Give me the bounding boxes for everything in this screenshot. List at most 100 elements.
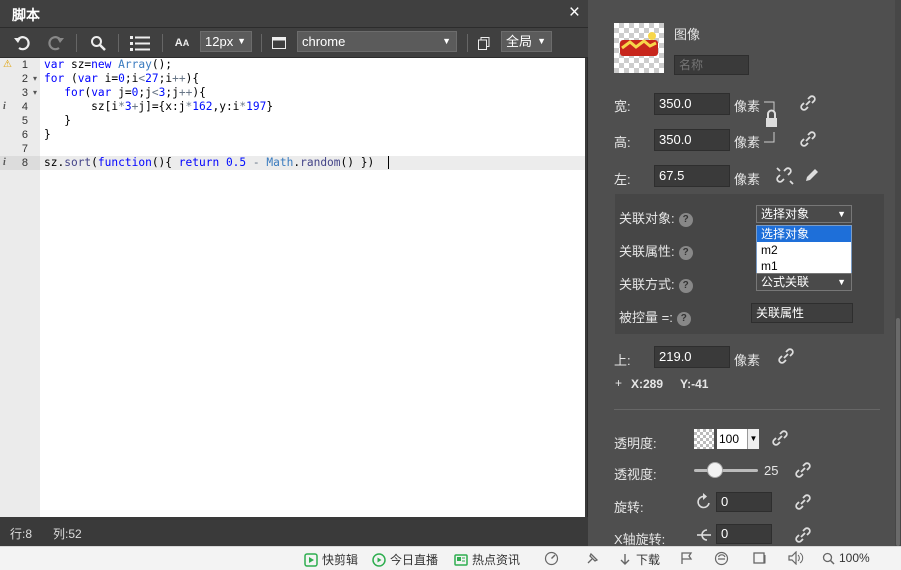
browser-e-icon[interactable] — [714, 551, 729, 566]
help-icon[interactable]: ? — [678, 278, 693, 293]
dropdown-option[interactable]: m2 — [757, 242, 851, 258]
chevron-down-icon[interactable]: ▼ — [747, 429, 759, 449]
help-icon[interactable]: ? — [678, 245, 693, 260]
redo-icon[interactable] — [44, 28, 68, 58]
kuaijianji-button[interactable]: 快剪辑 — [304, 551, 358, 568]
help-icon[interactable]: ? — [678, 212, 693, 227]
live-button[interactable]: 今日直播 — [372, 551, 438, 568]
link-mode-label: 关联方式:? — [619, 274, 693, 293]
editor-status-bar: 行:8 列:52 — [0, 517, 588, 546]
perspective-slider-track[interactable] — [694, 469, 758, 472]
left-input[interactable]: 67.5 — [654, 165, 730, 187]
link-icon[interactable] — [800, 95, 816, 111]
news-button[interactable]: 热点资讯 — [454, 551, 520, 568]
rotate-icon — [697, 493, 710, 509]
fold-icon[interactable]: ▾ — [33, 72, 37, 86]
link-target-label: 关联对象:? — [619, 208, 693, 227]
fold-icon[interactable]: ▾ — [33, 86, 37, 100]
link-icon[interactable] — [795, 494, 811, 510]
help-icon[interactable]: ? — [676, 311, 691, 326]
zoom-control[interactable]: 100% — [822, 551, 870, 565]
chevron-down-icon: ▼ — [237, 36, 246, 46]
left-unit: 像素 — [734, 172, 761, 187]
zoom-icon — [822, 552, 835, 565]
scope-select[interactable]: 全局 ▼ — [501, 31, 552, 52]
name-input[interactable] — [674, 55, 749, 75]
pencil-icon[interactable] — [804, 167, 820, 183]
play-circle-icon — [372, 552, 386, 567]
code-line: sz[i*3+j]={x:j*162,y:i*197} — [44, 100, 274, 113]
code-line: } — [44, 128, 51, 141]
code-editor[interactable]: var sz=new Array(); for (var i=0;i<27;i+… — [40, 58, 585, 517]
undo-icon[interactable] — [10, 28, 34, 58]
unlink-icon[interactable] — [776, 167, 794, 185]
top-unit: 像素 — [734, 353, 761, 368]
height-label: 高: — [614, 135, 631, 150]
top-label: 上: — [614, 353, 631, 368]
font-size-select[interactable]: 12px ▼ — [200, 31, 252, 52]
xrotate-input[interactable]: 0 — [716, 524, 772, 544]
rotate-input[interactable]: 0 — [716, 492, 772, 512]
opacity-input[interactable]: 100 — [717, 429, 747, 449]
copy-icon[interactable] — [474, 28, 494, 58]
link-icon[interactable] — [800, 131, 816, 147]
width-input[interactable]: 350.0 — [654, 93, 730, 115]
x-rotate-icon — [697, 529, 711, 541]
chevron-down-icon: ▼ — [537, 36, 546, 46]
col-indicator: 列:52 — [53, 527, 82, 541]
window-icon[interactable] — [268, 28, 290, 58]
window-restore-icon[interactable] — [752, 551, 766, 565]
pin-icon[interactable] — [585, 551, 600, 566]
flag-icon[interactable] — [680, 551, 694, 565]
link-prop-label: 关联属性:? — [619, 241, 693, 260]
browser-select[interactable]: chrome ▼ — [297, 31, 457, 52]
height-unit: 像素 — [734, 135, 761, 150]
download-button[interactable]: 下载 — [618, 551, 660, 568]
top-input[interactable]: 219.0 — [654, 346, 730, 368]
crosshair-icon: + — [615, 376, 623, 390]
link-icon[interactable] — [778, 348, 794, 364]
link-icon[interactable] — [795, 462, 811, 478]
script-title-bar[interactable]: 脚本 × — [0, 0, 588, 28]
link-mode-select[interactable]: 公式关联 ▼ — [756, 273, 852, 291]
line-number: i8 — [3, 157, 28, 169]
height-input[interactable]: 350.0 — [654, 129, 730, 151]
width-label: 宽: — [614, 99, 631, 114]
browser-status-bar: 快剪辑 今日直播 热点资讯 下载 100% — [0, 546, 901, 570]
line-number: 6 — [21, 129, 28, 141]
link-icon[interactable] — [795, 527, 811, 543]
line-gutter: ⚠ 1 2 ▾ 3 ▾ i 4 5 6 7 i 8 — [0, 58, 40, 517]
close-icon[interactable]: × — [569, 3, 580, 23]
controlled-label: 被控量 =:? — [619, 307, 691, 326]
line-number: 7 — [21, 143, 28, 155]
panel-scroll-thumb[interactable] — [896, 318, 900, 546]
image-thumbnail[interactable] — [614, 23, 664, 73]
controlled-input[interactable]: 关联属性 — [751, 303, 853, 323]
perspective-label: 透视度: — [614, 467, 657, 482]
code-line: var sz=new Array(); — [44, 58, 173, 71]
script-toolbar: AA 12px ▼ chrome ▼ 全局 ▼ — [0, 28, 588, 58]
info-icon: i — [3, 157, 6, 168]
dropdown-option[interactable]: 选择对象 — [757, 226, 851, 242]
left-label: 左: — [614, 172, 631, 187]
link-icon[interactable] — [772, 430, 788, 446]
script-title: 脚本 — [12, 7, 40, 23]
download-icon — [620, 553, 630, 565]
font-size-icon: AA — [174, 37, 190, 49]
speedup-icon[interactable] — [544, 551, 559, 566]
aspect-lock-icon[interactable] — [762, 100, 782, 144]
opacity-label: 透明度: — [614, 436, 657, 451]
dropdown-option[interactable]: m1 — [757, 258, 851, 274]
speaker-icon[interactable] — [788, 551, 804, 565]
script-window: 脚本 × AA 12px ▼ chrome ▼ 全局 ▼ ⚠ 1 2 ▾ 3 ▾… — [0, 0, 588, 546]
info-icon: i — [3, 101, 6, 112]
image-type-label: 图像 — [674, 27, 701, 42]
list-icon[interactable] — [128, 28, 152, 58]
line-number: ⚠ 1 — [3, 59, 28, 71]
search-icon[interactable] — [86, 28, 110, 58]
link-target-select[interactable]: 选择对象 ▼ — [756, 205, 852, 223]
line-number: 2 ▾ — [21, 72, 37, 86]
chevron-down-icon: ▼ — [837, 209, 846, 219]
perspective-slider-thumb[interactable] — [707, 462, 723, 478]
link-target-dropdown: 选择对象 m2 m1 — [756, 225, 852, 274]
